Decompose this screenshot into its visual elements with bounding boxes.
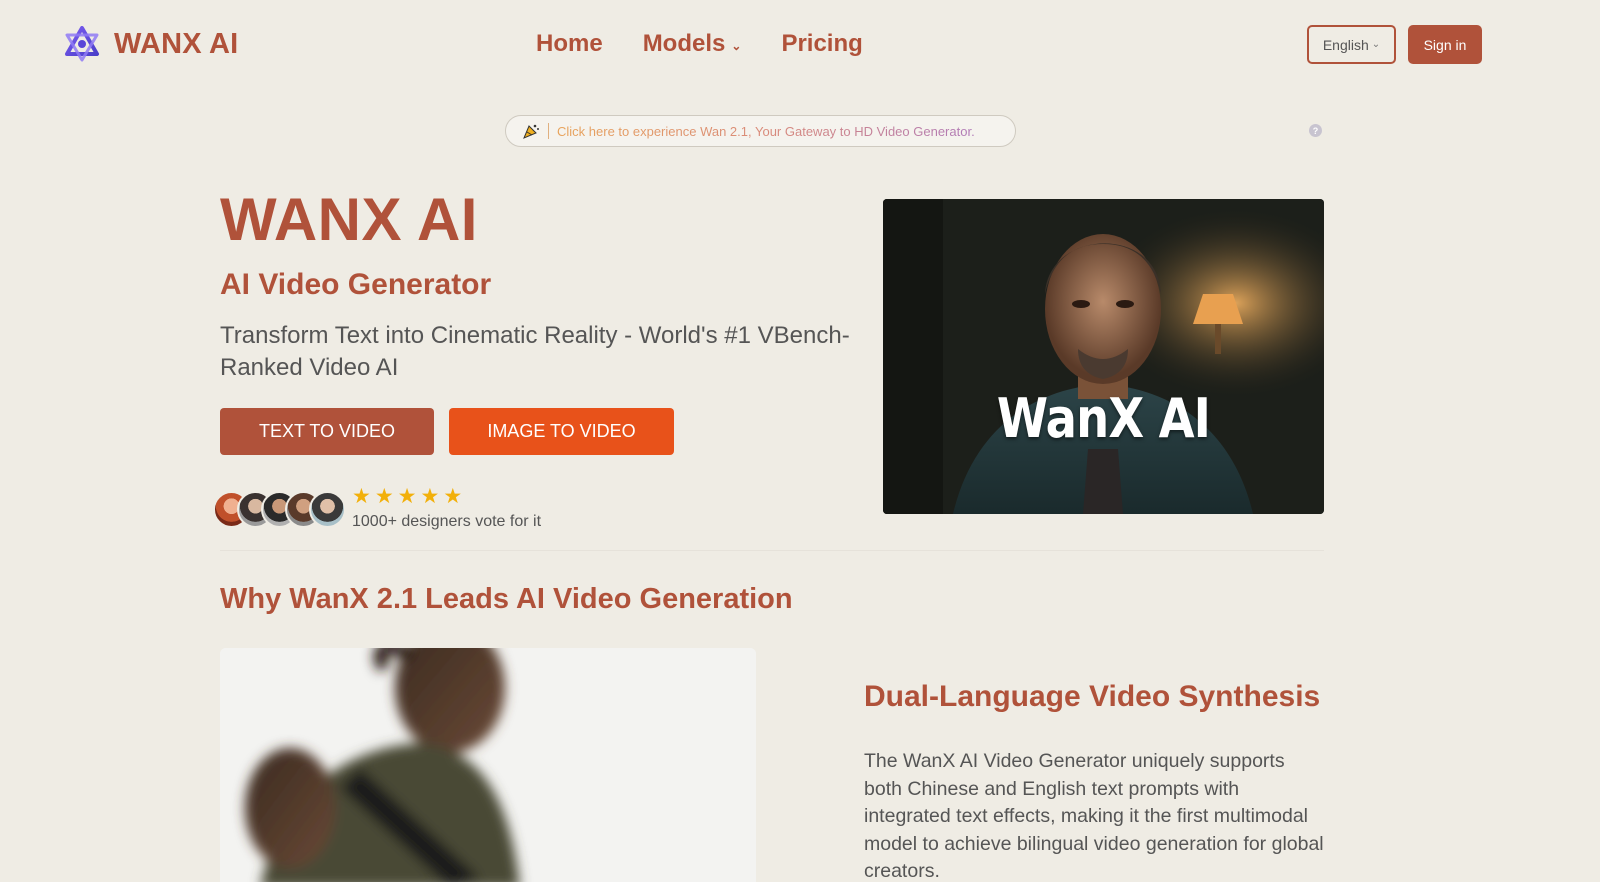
star-icon: ★ [443,485,463,508]
chevron-down-icon: ⌄ [1371,39,1381,50]
main-nav: Home Models ⌄ Pricing [536,30,903,58]
star-icon: ★ [420,485,440,508]
hero-subtitle: AI Video Generator [220,268,492,301]
nav-models-label: Models [642,30,726,57]
feature-title: Dual-Language Video Synthesis [864,680,1321,713]
brand-name: WANX AI [114,27,239,60]
star-icon: ★ [397,485,417,508]
hero-description: Transform Text into Cinematic Reality - … [220,322,850,381]
vote-count-text: 1000+ designers vote for it [352,513,542,530]
feature-motion-illustration [220,648,756,882]
announcement-divider [548,123,549,139]
nav-models[interactable]: Models ⌄ [643,30,742,58]
feature-video-thumbnail[interactable] [220,648,756,882]
help-icon[interactable]: ? [1309,124,1322,137]
avatar [309,491,346,528]
feature-description: The WanX AI Video Generator uniquely sup… [864,750,1324,882]
chevron-down-icon: ⌄ [731,39,742,53]
video-caption-text: WanX AI [996,387,1211,450]
section-title: Why WanX 2.1 Leads AI Video Generation [220,583,793,615]
section-divider [220,550,1324,551]
hero-video-thumbnail[interactable]: WanX AI [883,199,1324,514]
star-icon: ★ [352,485,371,508]
image-to-video-button[interactable]: IMAGE TO VIDEO [449,408,674,455]
hero-portrait-illustration [883,199,1324,514]
sign-in-button[interactable]: Sign in [1408,25,1482,64]
site-header: WANX AI Home Models ⌄ Pricing English ⌄ … [0,0,1600,90]
text-to-video-button[interactable]: TEXT TO VIDEO [220,408,434,455]
nav-pricing-label: Pricing [781,30,863,57]
nav-home-label: Home [536,30,603,57]
announcement-banner[interactable]: Click here to experience Wan 2.1, Your G… [505,115,1016,147]
language-select[interactable]: English ⌄ [1307,25,1396,64]
party-popper-icon [523,124,539,139]
star-rating: ★ ★ ★ ★ ★ [352,486,466,508]
announcement-text: Click here to experience Wan 2.1, Your G… [557,123,975,139]
language-label: English [1322,36,1369,53]
nav-home[interactable]: Home [536,30,603,58]
hero-title: WANX AI [220,186,478,253]
logo-icon [65,26,99,62]
brand-logo[interactable]: WANX AI [64,26,238,62]
nav-pricing[interactable]: Pricing [781,30,862,58]
designer-avatars [213,491,353,529]
star-icon: ★ [374,485,394,508]
